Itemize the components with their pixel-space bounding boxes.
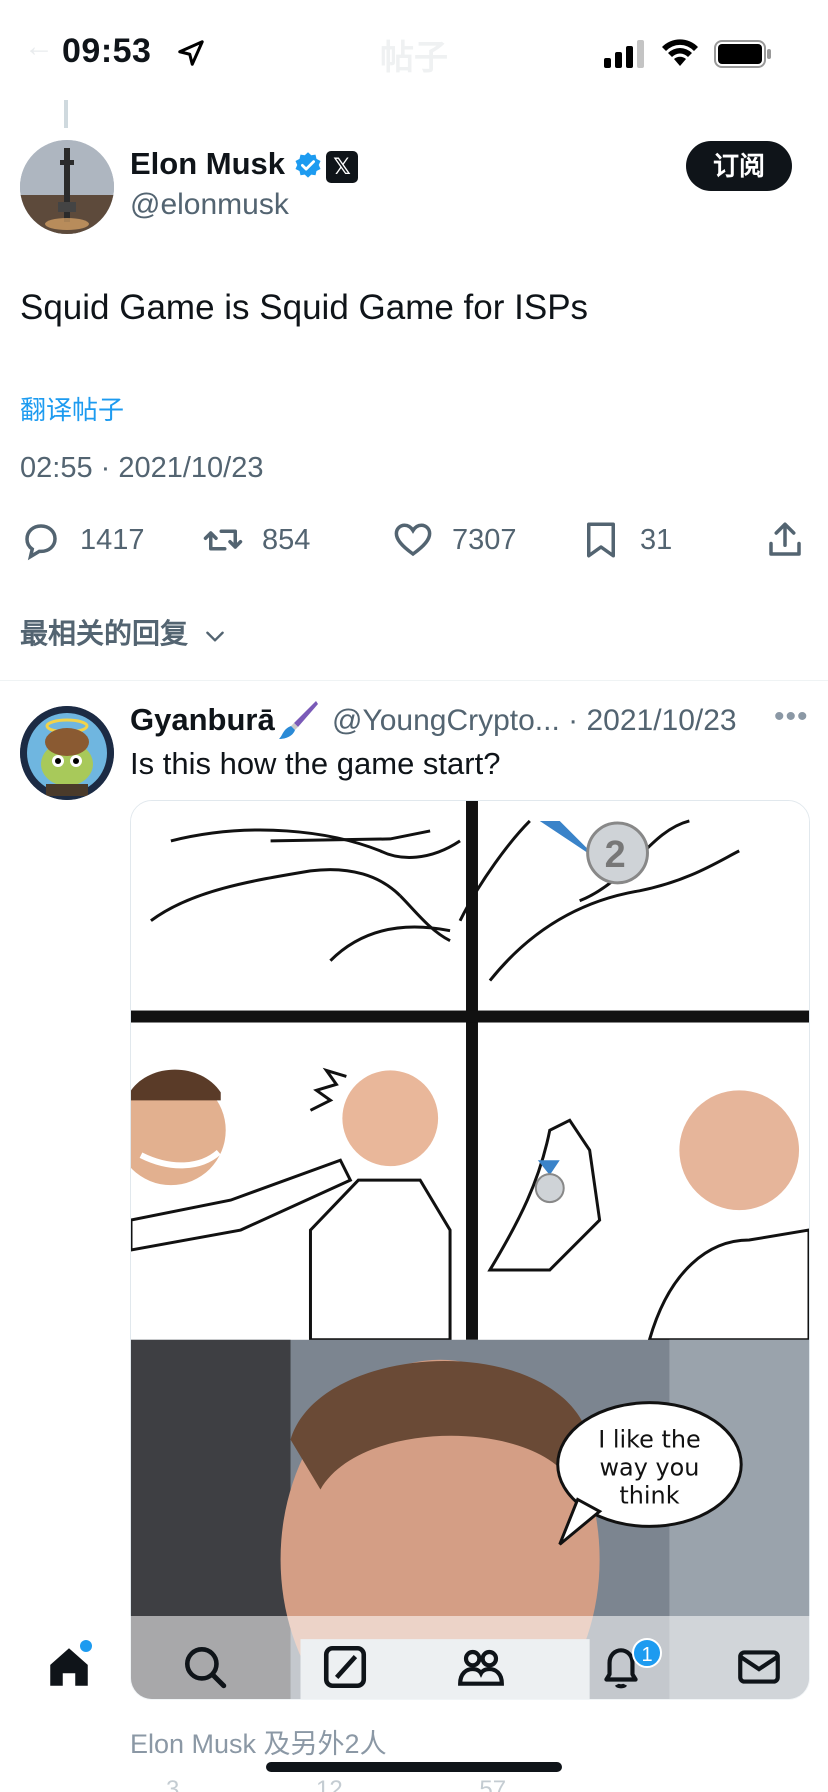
share-button[interactable] <box>764 518 824 562</box>
x-affiliation-icon: 𝕏 <box>326 151 358 183</box>
messages-icon[interactable] <box>734 1642 784 1692</box>
battery-icon <box>714 40 771 68</box>
reply-author-name[interactable]: Gyanburā <box>130 702 275 738</box>
cartoon-avatar-image <box>20 706 114 800</box>
replies-sort-dropdown[interactable]: 最相关的回复 <box>20 612 228 652</box>
reply-retweet-count: 12 <box>316 1776 343 1792</box>
status-time: 09:53 <box>62 32 152 70</box>
bookmark-count: 31 <box>640 523 673 556</box>
meme-bubble-line-2: way you <box>600 1453 700 1481</box>
reply-count: 1417 <box>80 523 145 556</box>
meme-bubble-line-3: think <box>619 1481 679 1509</box>
avatar[interactable] <box>20 140 114 234</box>
subscribe-button[interactable]: 订阅 <box>686 141 792 191</box>
rocket-avatar-image <box>20 140 114 234</box>
communities-icon[interactable] <box>456 1642 506 1692</box>
nav-title: 帖子 <box>380 39 448 77</box>
retweet-count: 854 <box>262 523 311 556</box>
search-icon[interactable] <box>180 1642 230 1692</box>
like-button[interactable]: 7307 <box>392 518 517 562</box>
replies-sort-label: 最相关的回复 <box>20 618 189 649</box>
tweet-timestamp: 02:55 · 2021/10/23 <box>20 452 264 484</box>
chevron-down-icon <box>206 631 224 642</box>
like-count: 7307 <box>452 523 517 556</box>
liked-by-text[interactable]: Elon Musk 及另外2人 <box>130 1722 387 1761</box>
bookmark-icon <box>587 522 615 558</box>
bottom-tab-bar: 1 <box>0 1616 828 1716</box>
meme-bubble-line-1: I like the <box>598 1426 701 1454</box>
back-arrow-icon[interactable]: ← <box>24 30 54 64</box>
home-indicator[interactable] <box>266 1762 562 1772</box>
reply-meme-image[interactable]: 2 I like the way you think <box>130 800 810 1700</box>
author-name[interactable]: Elon Musk <box>130 146 285 182</box>
retweet-icon <box>203 529 243 551</box>
reply-text: Is this how the game start? <box>130 746 501 781</box>
tweet-text: Squid Game is Squid Game for ISPs <box>20 288 589 327</box>
reply-avatar[interactable] <box>20 706 114 800</box>
reply-handle-date[interactable]: @YoungCrypto... · 2021/10/23 <box>332 704 737 738</box>
retweet-button[interactable]: 854 <box>202 518 310 562</box>
reply-icon <box>25 524 57 561</box>
reply-reply-count: 3 <box>166 1776 180 1792</box>
wifi-icon <box>662 39 698 66</box>
paintbrush-icon <box>279 701 318 739</box>
status-bar: ← 帖子 09:53 <box>0 0 828 100</box>
location-arrow-icon <box>178 40 204 66</box>
home-unread-dot <box>80 1640 92 1652</box>
divider <box>0 680 828 681</box>
medal-number-large: 2 <box>605 834 626 876</box>
reply-stats-row: 3 12 57 <box>130 1776 506 1792</box>
bookmark-button[interactable]: 31 <box>580 518 672 562</box>
share-icon <box>769 522 801 556</box>
thread-connector <box>64 100 68 128</box>
reply-button[interactable]: 1417 <box>20 518 145 562</box>
heart-icon <box>394 523 432 557</box>
grok-icon[interactable] <box>320 1642 370 1692</box>
more-options-icon[interactable]: ••• <box>774 700 809 734</box>
verified-badge-icon <box>295 152 321 178</box>
meme-illustration: 2 I like the way you think <box>131 801 809 1699</box>
translate-link[interactable]: 翻译帖子 <box>20 390 124 427</box>
reply-like-count: 57 <box>479 1776 507 1792</box>
notification-badge: 1 <box>632 1638 662 1668</box>
author-handle[interactable]: @elonmusk <box>130 188 289 222</box>
cellular-signal-icon <box>604 40 644 68</box>
